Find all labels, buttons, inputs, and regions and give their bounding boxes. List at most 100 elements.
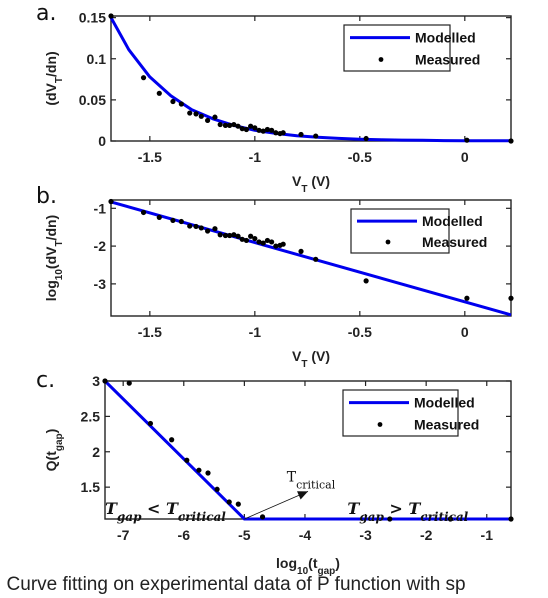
measured-point xyxy=(508,516,514,522)
legend: Modelled Measured xyxy=(342,389,479,437)
x-tick-label: -5 xyxy=(238,527,251,543)
measured-point xyxy=(147,420,154,427)
measured-point xyxy=(252,235,258,242)
y-tick-label: 2.5 xyxy=(81,408,101,424)
measured-point xyxy=(217,121,223,128)
x-tick-label: 0 xyxy=(461,149,469,165)
x-tick-label: -7 xyxy=(117,527,130,543)
y-tick-label: -3 xyxy=(94,276,107,292)
measured-point xyxy=(198,113,204,119)
y-axis-title-group: (dVT/dn) xyxy=(43,51,65,105)
figure-caption: . Curve fitting on experimental data of … xyxy=(0,574,466,595)
panel-b: b. -1.5 -1 -0.5 0 -1 -2 -3 VT (V) log10(dVT/dn) Mo… xyxy=(36,184,514,370)
panel-label: c. xyxy=(36,368,55,393)
y-tick-label: 0.15 xyxy=(79,10,106,26)
annotation-tgap-less: Tgap < Tcritical xyxy=(105,499,226,524)
measured-point xyxy=(140,75,147,81)
x-tick-label: -0.5 xyxy=(348,149,372,165)
measured-point xyxy=(108,13,114,19)
measured-point xyxy=(169,437,175,443)
measured-point xyxy=(102,378,108,384)
measured-point xyxy=(212,114,218,120)
measured-point xyxy=(205,470,211,476)
measured-point xyxy=(280,130,286,136)
y-tick-label: 2 xyxy=(92,444,100,460)
y-axis-title: (dVT/dn) xyxy=(43,51,65,105)
legend-measured-label: Measured xyxy=(414,417,479,433)
measured-point xyxy=(178,101,184,107)
panel-label: b. xyxy=(36,184,57,209)
x-tick-label: -1 xyxy=(249,324,262,340)
legend-modelled-label: Modelled xyxy=(415,30,476,46)
legend-measured-swatch xyxy=(378,57,384,62)
y-tick-label: 0.05 xyxy=(79,92,106,108)
y-axis-title: log10(dVT/dn) xyxy=(43,215,65,301)
measured-point xyxy=(235,233,241,239)
panel-a: a. -1.5 -1 -0.5 0 0 0.05 0.1 0.15 VT (V) (dVT/dn) M… xyxy=(36,1,514,195)
x-tick-label: -1 xyxy=(249,149,262,165)
y-axis-title: Q(tgap) xyxy=(43,429,65,472)
legend-measured-swatch xyxy=(385,239,391,245)
legend-measured-label: Measured xyxy=(415,52,480,68)
x-tick-label: -6 xyxy=(178,527,191,543)
measured-point xyxy=(313,256,319,262)
measured-point xyxy=(214,486,220,492)
measured-point xyxy=(187,110,193,116)
measured-point xyxy=(196,467,202,473)
annotation-arrow-line xyxy=(244,491,309,520)
x-tick-label: -1.5 xyxy=(138,149,162,165)
legend: Modelled Measured xyxy=(343,24,480,72)
legend-measured-swatch xyxy=(377,422,383,427)
measured-point xyxy=(170,217,176,224)
measured-point xyxy=(217,232,223,238)
measured-point xyxy=(126,380,132,386)
measured-point xyxy=(464,295,470,301)
x-axis-title: VT (V) xyxy=(292,173,330,195)
y-axis-title-group: log10(dVT/dn) xyxy=(43,215,65,301)
measured-point xyxy=(259,514,266,520)
measured-point xyxy=(226,499,232,505)
y-axis-title-group: Q(tgap) xyxy=(43,429,65,472)
measured-point xyxy=(298,248,304,254)
y-tick-label: 1.5 xyxy=(81,479,101,495)
measured-point xyxy=(204,228,211,234)
measured-point xyxy=(280,241,286,247)
measured-point xyxy=(269,239,275,245)
y-tick-label: 0 xyxy=(98,133,106,149)
measured-point xyxy=(363,278,369,284)
x-tick-label: -0.5 xyxy=(348,324,372,340)
legend: Modelled Measured xyxy=(350,208,487,254)
legend-measured-label: Measured xyxy=(422,234,487,250)
x-tick-label: -2 xyxy=(420,527,433,543)
measured-point xyxy=(508,138,514,144)
measured-point xyxy=(140,209,147,216)
measured-point xyxy=(508,295,514,301)
measured-point xyxy=(178,218,184,225)
x-tick-label: -1.5 xyxy=(138,324,162,340)
y-tick-label: -2 xyxy=(94,238,107,254)
measured-point xyxy=(108,198,114,205)
y-tick-label: 3 xyxy=(92,373,100,389)
measured-point xyxy=(184,457,190,463)
measured-point xyxy=(212,226,218,232)
legend-modelled-label: Modelled xyxy=(422,213,483,229)
x-tick-label: -1 xyxy=(481,527,494,543)
measured-point xyxy=(464,137,470,143)
panel-c: c.-7 -6 -5 -4 -3 -2 -11.522.53log10(tgap)Q(tga… xyxy=(36,368,514,577)
figure: a. -1.5 -1 -0.5 0 0 0.05 0.1 0.15 VT (V) (dVT/dn) M… xyxy=(36,1,514,577)
x-tick-label: -4 xyxy=(299,527,312,543)
measured-point xyxy=(313,133,319,139)
legend-modelled-label: Modelled xyxy=(414,395,475,411)
measured-point xyxy=(170,98,176,105)
panel-label: a. xyxy=(36,1,56,26)
y-tick-label: -1 xyxy=(94,200,107,216)
measured-point xyxy=(204,117,211,124)
measured-point xyxy=(156,214,162,220)
measured-point xyxy=(235,501,241,507)
measured-point xyxy=(156,90,162,96)
measured-point xyxy=(193,223,199,230)
annotation-t-critical: Tcritical xyxy=(287,469,336,491)
measured-point xyxy=(363,135,369,142)
y-tick-label: 0.1 xyxy=(87,51,107,67)
measured-point xyxy=(187,223,193,229)
